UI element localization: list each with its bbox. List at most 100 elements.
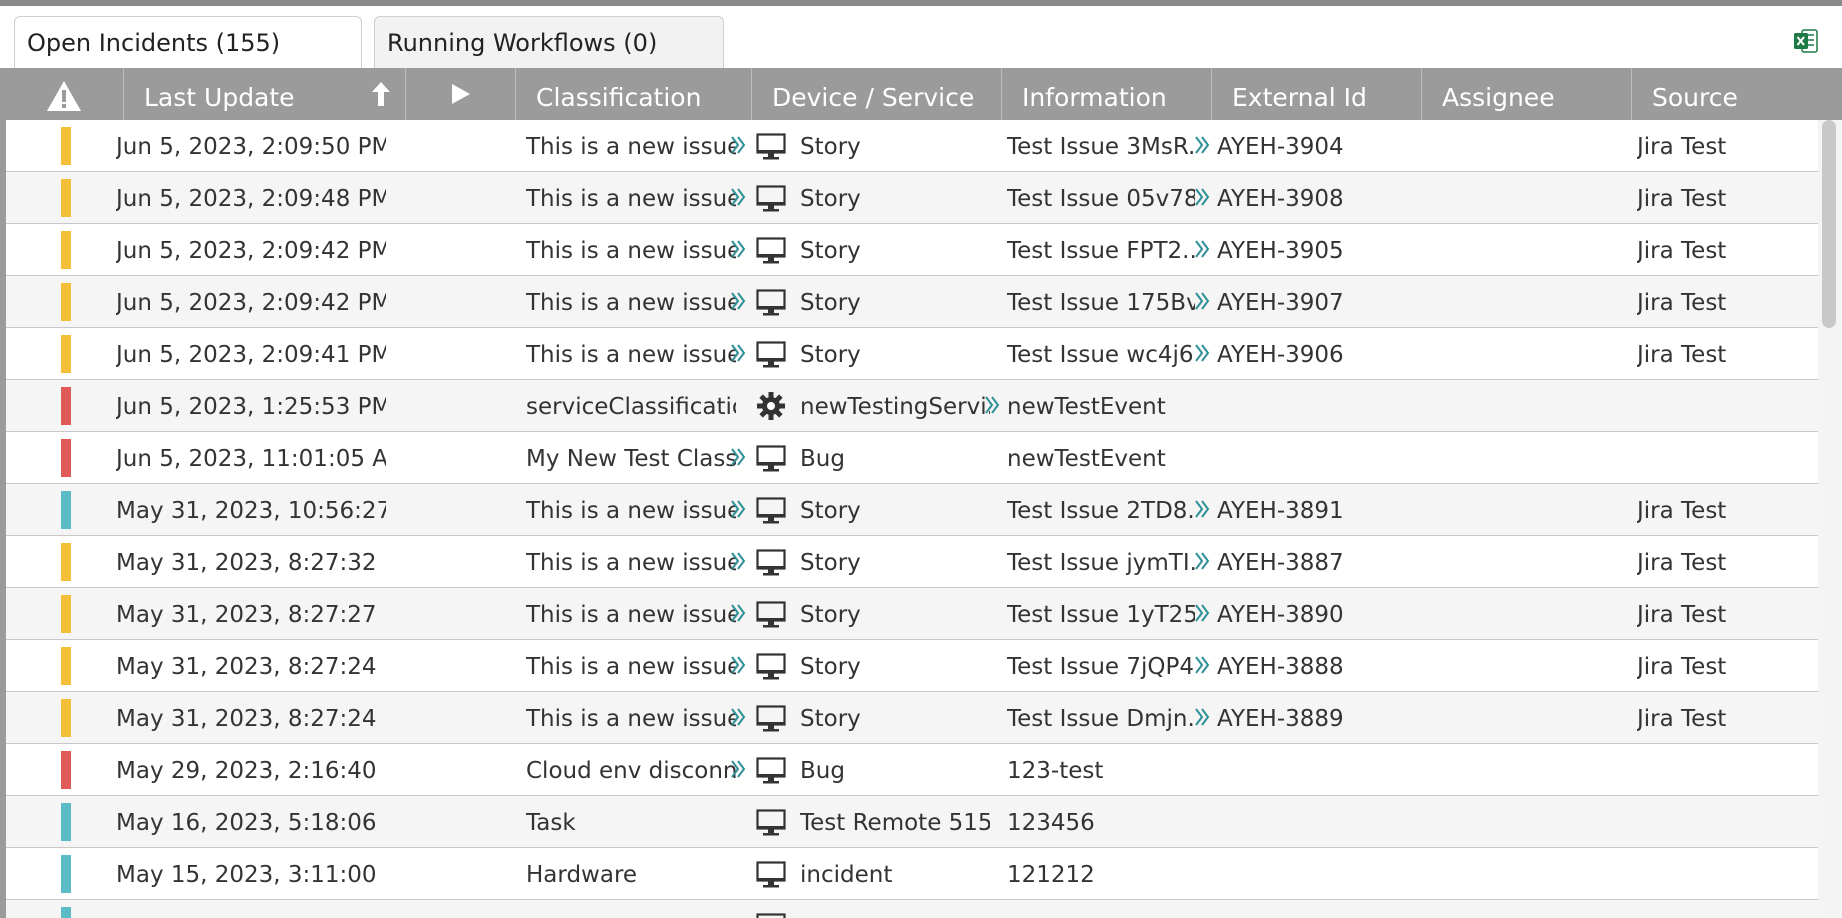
classification-link-icon[interactable] — [730, 498, 746, 524]
table-row[interactable]: May 31, 2023, 8:27:32 ... This is a new i… — [6, 536, 1820, 588]
table-row[interactable]: May 31, 2023, 10:56:27... This is a new i… — [6, 484, 1820, 536]
play-icon — [452, 84, 470, 104]
classification-link-icon[interactable] — [730, 758, 746, 784]
severity-indicator — [61, 907, 71, 918]
classification-link-icon[interactable] — [730, 290, 746, 316]
cell-information: Test Issue FPT2... — [1007, 238, 1195, 264]
cell-information: Test Issue wc4j6... — [1007, 342, 1195, 368]
cell-device: Story — [800, 342, 861, 368]
cell-classification: This is a new issue.. — [526, 550, 736, 576]
classification-link-icon[interactable] — [730, 186, 746, 212]
cell-classification: This is a new issue.. — [526, 602, 736, 628]
cell-external-id: AYEH-3889 — [1217, 706, 1344, 732]
table-row[interactable]: Jun 5, 2023, 2:09:42 PM This is a new iss… — [6, 276, 1820, 328]
cell-external-id: AYEH-3908 — [1217, 186, 1344, 212]
incident-table-body: Jun 5, 2023, 2:09:50 PM This is a new iss… — [6, 120, 1820, 918]
table-row[interactable]: May 29, 2023, 2:16:40 ... Cloud env disco… — [6, 744, 1820, 796]
cell-external-id — [1217, 744, 1417, 796]
cell-source — [1637, 380, 1817, 432]
cell-device: Story — [800, 550, 861, 576]
cell-assignee — [1427, 224, 1627, 276]
cell-source: Jira Test — [1637, 550, 1727, 576]
severity-indicator — [61, 387, 71, 425]
information-link-icon[interactable] — [1194, 706, 1210, 732]
cell-classification: This is a new issue.. — [526, 238, 736, 264]
excel-export-icon[interactable] — [1793, 28, 1819, 54]
classification-link-icon[interactable] — [730, 446, 746, 472]
cell-assignee — [1427, 276, 1627, 328]
col-assignee[interactable]: Assignee — [1422, 68, 1632, 120]
classification-link-icon[interactable] — [730, 602, 746, 628]
cell-device: Story — [800, 134, 861, 160]
classification-link-icon[interactable] — [730, 706, 746, 732]
col-assignee-label: Assignee — [1442, 83, 1555, 112]
cell-classification: This is a new issue.. — [526, 706, 736, 732]
cell-device: Bug — [800, 758, 845, 784]
information-link-icon[interactable] — [1194, 550, 1210, 576]
col-last-update[interactable]: Last Update — [124, 68, 406, 120]
col-workflow[interactable] — [406, 68, 516, 120]
tab-running-workflows[interactable]: Running Workflows (0) — [374, 16, 724, 68]
cell-assignee — [1427, 588, 1627, 640]
table-row[interactable]: Jun 5, 2023, 2:09:41 PM This is a new iss… — [6, 328, 1820, 380]
table-row[interactable]: Jun 5, 2023, 2:09:48 PM This is a new iss… — [6, 172, 1820, 224]
table-row[interactable]: Jun 5, 2023, 2:09:42 PM This is a new iss… — [6, 224, 1820, 276]
tab-open-incidents[interactable]: Open Incidents (155) — [14, 16, 362, 68]
cell-device: Story — [800, 602, 861, 628]
cell-external-id — [1217, 900, 1417, 918]
information-link-icon[interactable] — [1194, 290, 1210, 316]
col-source[interactable]: Source — [1632, 68, 1842, 120]
cell-classification: This is a new issue.. — [526, 342, 736, 368]
cell-last-update: May 29, 2023, 2:16:40 ... — [116, 758, 386, 784]
table-row[interactable]: May 16, 2023, 5:18:06 ... Task Test Remote… — [6, 796, 1820, 848]
information-link-icon[interactable] — [1194, 602, 1210, 628]
table-row[interactable]: May 15, 2023, 3:11:00 ... Hardware inciden… — [6, 848, 1820, 900]
cell-last-update: May 31, 2023, 8:27:27 ... — [116, 602, 386, 628]
severity-indicator — [61, 699, 71, 737]
classification-link-icon[interactable] — [730, 654, 746, 680]
cell-classification: serviceClassification — [526, 394, 736, 420]
severity-indicator — [61, 543, 71, 581]
classification-link-icon[interactable] — [730, 134, 746, 160]
cell-source — [1637, 432, 1817, 484]
cell-information: newTestEvent — [1007, 394, 1166, 420]
table-row[interactable]: Jun 5, 2023, 11:01:05 AM My New Test Clas… — [6, 432, 1820, 484]
classification-link-icon[interactable] — [730, 238, 746, 264]
cell-last-update: Jun 5, 2023, 2:09:42 PM — [116, 290, 386, 316]
cell-assignee — [1427, 900, 1627, 918]
device-link-icon[interactable] — [984, 394, 1000, 420]
cell-device: Story — [800, 290, 861, 316]
classification-link-icon[interactable] — [730, 342, 746, 368]
cell-assignee — [1427, 640, 1627, 692]
table-row[interactable]: May 31, 2023, 8:27:24 ... This is a new i… — [6, 692, 1820, 744]
information-link-icon[interactable] — [1194, 134, 1210, 160]
vertical-scrollbar[interactable] — [1818, 120, 1842, 918]
table-row[interactable]: May 31, 2023, 8:27:24 ... This is a new i… — [6, 640, 1820, 692]
col-external-id[interactable]: External Id — [1212, 68, 1422, 120]
col-severity[interactable] — [6, 68, 124, 120]
severity-indicator — [61, 127, 71, 165]
cell-last-update: Jun 5, 2023, 11:01:05 AM — [116, 446, 386, 472]
cell-source: Jira Test — [1637, 290, 1727, 316]
col-device-service[interactable]: Device / Service — [752, 68, 1002, 120]
table-row[interactable]: Jun 5, 2023, 2:09:50 PM This is a new iss… — [6, 120, 1820, 172]
information-link-icon[interactable] — [1194, 186, 1210, 212]
cell-device: Test Remote 5158 — [800, 810, 990, 836]
table-row[interactable]: Jun 5, 2023, 1:25:53 PM serviceClassifica… — [6, 380, 1820, 432]
information-link-icon[interactable] — [1194, 498, 1210, 524]
cell-information — [1007, 900, 1195, 918]
information-link-icon[interactable] — [1194, 238, 1210, 264]
information-link-icon[interactable] — [1194, 342, 1210, 368]
information-link-icon[interactable] — [1194, 654, 1210, 680]
scrollbar-thumb[interactable] — [1822, 120, 1836, 328]
col-external-id-label: External Id — [1232, 83, 1367, 112]
table-row[interactable]: May 31, 2023, 8:27:27 ... This is a new i… — [6, 588, 1820, 640]
col-information[interactable]: Information — [1002, 68, 1212, 120]
cell-information: Test Issue 05v78.. — [1007, 186, 1195, 212]
cell-classification: Cloud env disconn.. — [526, 758, 736, 784]
severity-indicator — [61, 439, 71, 477]
col-classification[interactable]: Classification — [516, 68, 752, 120]
cell-source: Jira Test — [1637, 134, 1727, 160]
table-row[interactable] — [6, 900, 1820, 918]
classification-link-icon[interactable] — [730, 550, 746, 576]
